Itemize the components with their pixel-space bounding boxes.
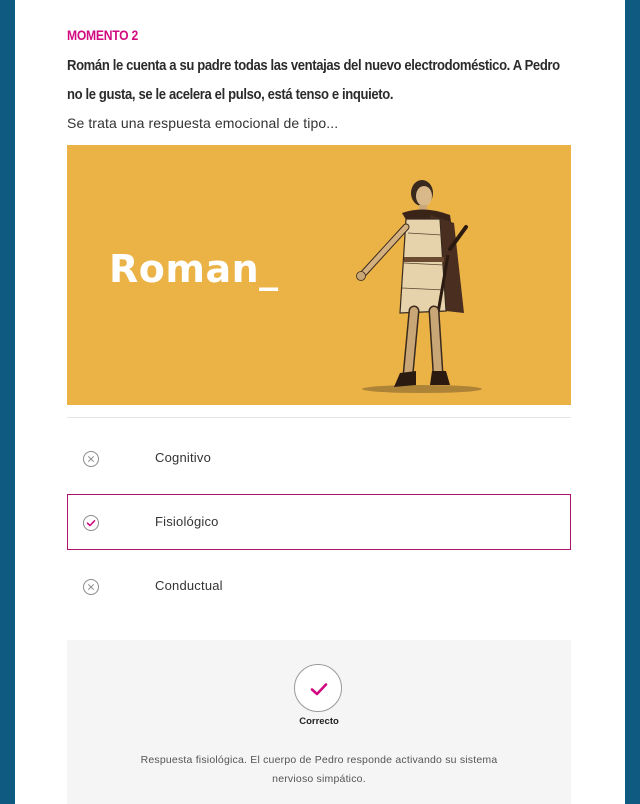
question-prompt: Se trata una respuesta emocional de tipo… bbox=[67, 115, 339, 131]
moment-label: MOMENTO 2 bbox=[67, 28, 138, 43]
question-text: Román le cuenta a su padre todas las ven… bbox=[67, 58, 560, 103]
check-icon bbox=[310, 683, 328, 696]
option-label: Conductual bbox=[155, 578, 223, 593]
activity-card: MOMENTO 2 Román le cuenta a su padre tod… bbox=[15, 0, 625, 804]
feedback-title: Correcto bbox=[299, 716, 339, 727]
hero-title: Roman_ bbox=[109, 247, 279, 291]
feedback-panel: Correcto Respuesta fisiológica. El cuerp… bbox=[67, 640, 571, 804]
hero-image: Roman_ bbox=[67, 145, 571, 405]
option-conductual[interactable]: Conductual bbox=[67, 558, 571, 614]
option-fisiologico[interactable]: Fisiológico bbox=[67, 494, 571, 550]
roman-figure-illustration bbox=[356, 180, 482, 393]
x-circle-icon bbox=[83, 451, 99, 467]
x-circle-icon bbox=[83, 579, 99, 595]
divider bbox=[67, 417, 571, 418]
option-cognitivo[interactable]: Cognitivo bbox=[67, 430, 571, 486]
feedback-badge bbox=[294, 664, 342, 712]
feedback-text: Respuesta fisiológica. El cuerpo de Pedr… bbox=[140, 754, 498, 785]
option-label: Fisiológico bbox=[155, 514, 219, 529]
check-circle-icon bbox=[83, 515, 99, 531]
option-label: Cognitivo bbox=[155, 450, 211, 465]
